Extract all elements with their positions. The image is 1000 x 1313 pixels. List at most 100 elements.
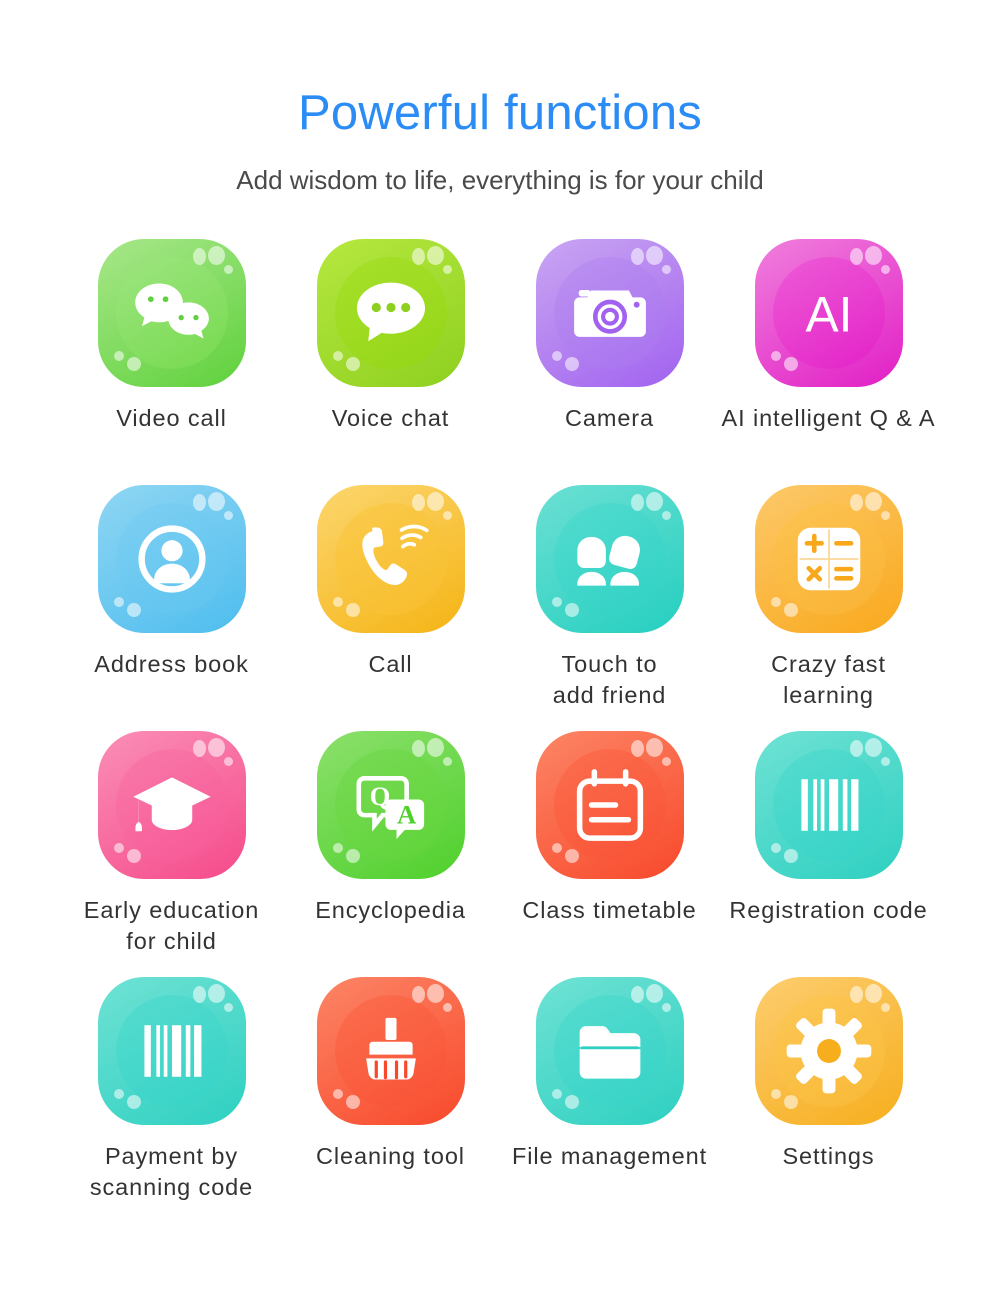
feature-tile[interactable] xyxy=(316,484,465,633)
tile-bubble-highlight xyxy=(442,756,452,766)
feature-label: Video call xyxy=(116,404,227,431)
feature-item[interactable]: File management xyxy=(500,976,719,1223)
feature-item[interactable]: Q A Encyclopedia xyxy=(281,730,500,977)
feature-label: Call xyxy=(368,650,413,677)
feature-item[interactable]: Address book xyxy=(62,484,281,731)
graduation-cap-icon xyxy=(126,759,218,851)
feature-label: Address book xyxy=(94,650,249,677)
tile-bubble-highlight xyxy=(192,985,206,1003)
tile-bubble-highlight xyxy=(849,985,863,1003)
feature-item[interactable]: AI AI intelligent Q & A xyxy=(719,238,938,485)
tile-bubble-highlight xyxy=(880,264,890,274)
tile-bubble-highlight xyxy=(113,350,124,361)
feature-label: Touch to add friend xyxy=(552,650,667,708)
tile-bubble-highlight xyxy=(564,848,579,863)
tile-bubble-highlight xyxy=(630,985,644,1003)
feature-tile[interactable] xyxy=(535,238,684,387)
tile-bubble-highlight xyxy=(661,264,671,274)
feature-tile[interactable] xyxy=(97,976,246,1125)
tile-bubble-highlight xyxy=(770,842,781,853)
tile-bubble-highlight xyxy=(645,245,663,265)
feature-item[interactable]: Registration code xyxy=(719,730,938,977)
feature-label: AI intelligent Q & A xyxy=(721,404,936,431)
page-title: Powerful functions xyxy=(298,86,702,140)
feature-item[interactable]: Voice chat xyxy=(281,238,500,485)
tile-bubble-highlight xyxy=(564,1094,579,1109)
tile-bubble-highlight xyxy=(223,510,233,520)
feature-tile[interactable] xyxy=(97,730,246,879)
tile-bubble-highlight xyxy=(442,264,452,274)
feature-label: Registration code xyxy=(729,896,928,923)
tile-bubble-highlight xyxy=(332,596,343,607)
tile-bubble-highlight xyxy=(783,356,798,371)
feature-tile[interactable] xyxy=(97,238,246,387)
tile-bubble-highlight xyxy=(126,1094,141,1109)
feature-item[interactable]: Cleaning tool xyxy=(281,976,500,1223)
feature-tile[interactable] xyxy=(535,976,684,1125)
tile-bubble-highlight xyxy=(661,1002,671,1012)
tile-bubble-highlight xyxy=(192,493,206,511)
tile-bubble-highlight xyxy=(411,739,425,757)
calendar-icon xyxy=(564,759,656,851)
tile-bubble-highlight xyxy=(442,1002,452,1012)
feature-tile[interactable] xyxy=(754,484,903,633)
tile-bubble-highlight xyxy=(880,756,890,766)
tile-bubble-highlight xyxy=(207,983,225,1003)
tile-bubble-highlight xyxy=(551,842,562,853)
tile-bubble-highlight xyxy=(332,350,343,361)
tile-bubble-highlight xyxy=(645,737,663,757)
tile-bubble-highlight xyxy=(551,350,562,361)
page-header: Powerful functions Add wisdom to life, e… xyxy=(0,0,1000,197)
tile-bubble-highlight xyxy=(630,493,644,511)
camera-icon xyxy=(564,267,656,359)
tile-bubble-highlight xyxy=(551,596,562,607)
feature-item[interactable]: Crazy fast learning xyxy=(719,484,938,731)
tile-bubble-highlight xyxy=(849,247,863,265)
feature-item[interactable]: Camera xyxy=(500,238,719,485)
feature-item[interactable]: Settings xyxy=(719,976,938,1223)
tile-bubble-highlight xyxy=(783,602,798,617)
two-people-icon xyxy=(564,513,656,605)
tile-bubble-highlight xyxy=(564,602,579,617)
feature-tile[interactable] xyxy=(754,730,903,879)
tile-bubble-highlight xyxy=(864,491,882,511)
feature-tile[interactable] xyxy=(535,730,684,879)
tile-bubble-highlight xyxy=(426,983,444,1003)
tile-bubble-highlight xyxy=(661,510,671,520)
speech-bubble-dots-icon xyxy=(345,267,437,359)
tile-bubble-highlight xyxy=(783,1094,798,1109)
tile-bubble-highlight xyxy=(661,756,671,766)
feature-label: Crazy fast learning xyxy=(771,650,886,708)
svg-text:A: A xyxy=(397,799,417,829)
tile-bubble-highlight xyxy=(783,848,798,863)
feature-item[interactable]: Touch to add friend xyxy=(500,484,719,731)
feature-item[interactable]: Call xyxy=(281,484,500,731)
feature-tile[interactable] xyxy=(316,238,465,387)
feature-item[interactable]: Video call xyxy=(62,238,281,485)
barcode-icon xyxy=(783,759,875,851)
feature-grid: Video call Voice chat Camera AI AI intellige… xyxy=(0,238,1000,1223)
tile-bubble-highlight xyxy=(126,848,141,863)
feature-tile[interactable]: AI xyxy=(754,238,903,387)
tile-bubble-highlight xyxy=(332,842,343,853)
feature-label: File management xyxy=(511,1142,708,1169)
tile-bubble-highlight xyxy=(126,602,141,617)
feature-item[interactable]: Early education for child xyxy=(62,730,281,977)
tile-bubble-highlight xyxy=(207,491,225,511)
feature-tile[interactable] xyxy=(535,484,684,633)
feature-tile[interactable] xyxy=(754,976,903,1125)
tile-bubble-highlight xyxy=(332,1088,343,1099)
feature-tile[interactable] xyxy=(316,976,465,1125)
gear-icon xyxy=(783,1005,875,1097)
tile-bubble-highlight xyxy=(864,245,882,265)
tile-bubble-highlight xyxy=(411,247,425,265)
tile-bubble-highlight xyxy=(645,491,663,511)
feature-item[interactable]: Class timetable xyxy=(500,730,719,977)
feature-item[interactable]: Payment by scanning code xyxy=(62,976,281,1223)
feature-tile[interactable]: QA xyxy=(316,730,465,879)
tile-bubble-highlight xyxy=(564,356,579,371)
feature-label: Camera xyxy=(565,404,654,431)
chat-bubbles-icon xyxy=(126,267,218,359)
feature-tile[interactable] xyxy=(97,484,246,633)
tile-bubble-highlight xyxy=(864,737,882,757)
